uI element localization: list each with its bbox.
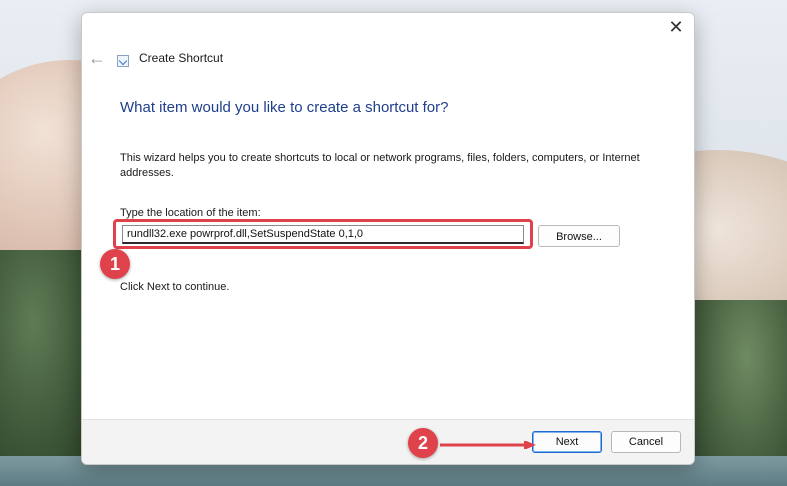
dialog-footer — [82, 419, 694, 464]
wizard-description: This wizard helps you to create shortcut… — [120, 152, 640, 179]
back-arrow-icon[interactable]: ← — [88, 49, 106, 67]
window-title: Create Shortcut — [139, 51, 224, 65]
cancel-button[interactable]: Cancel — [611, 431, 681, 453]
wizard-heading: What item would you like to create a sho… — [120, 99, 449, 116]
shortcut-icon — [117, 55, 129, 67]
arrow-annotation — [440, 441, 536, 449]
browse-button[interactable]: Browse... — [538, 225, 620, 247]
continue-hint: Click Next to continue. — [120, 281, 230, 293]
step-1-badge: 1 — [100, 249, 130, 279]
location-highlight-box — [113, 219, 533, 249]
close-icon[interactable]: ✕ — [666, 17, 686, 37]
step-2-badge: 2 — [408, 428, 438, 458]
next-button[interactable]: Next — [532, 431, 602, 453]
location-label: Type the location of the item: — [120, 207, 261, 219]
